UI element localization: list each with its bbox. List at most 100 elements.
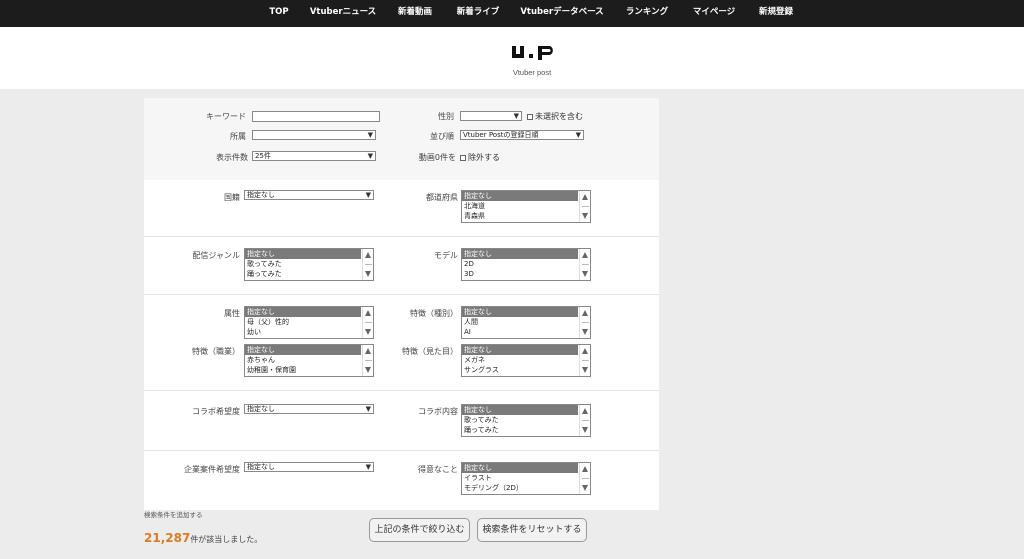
listbox-scrollbar[interactable] — [362, 249, 373, 280]
list-item[interactable]: 指定なし — [462, 307, 578, 317]
scroll-up-icon[interactable] — [365, 310, 371, 316]
checkbox-box[interactable] — [527, 114, 533, 120]
checkbox-box[interactable] — [460, 155, 466, 161]
list-item[interactable]: 指定なし — [462, 463, 578, 473]
model-listbox[interactable]: 指定なし 2D 3D — [461, 248, 591, 281]
nav-new-live[interactable]: 新着ライブ — [450, 0, 506, 27]
scroll-up-icon[interactable] — [582, 408, 588, 414]
list-item[interactable]: 指定なし — [462, 345, 578, 355]
list-item[interactable]: 踊ってみた — [462, 425, 578, 435]
list-item[interactable]: モデリング（2D） — [462, 483, 578, 493]
collab-wish-select[interactable]: 指定なし ▼ — [244, 404, 374, 414]
list-item[interactable]: 青森県 — [462, 211, 578, 221]
scroll-up-icon[interactable] — [582, 194, 588, 200]
list-item[interactable]: イラスト — [462, 473, 578, 483]
chevron-down-icon: ▼ — [365, 191, 371, 199]
corporate-wish-select[interactable]: 指定なし ▼ — [244, 462, 374, 472]
list-item[interactable]: 幼い — [245, 327, 361, 337]
attribute-listbox[interactable]: 指定なし 母（父）性的 幼い — [244, 306, 374, 339]
country-select[interactable]: 指定なし ▼ — [244, 190, 374, 200]
listbox-scrollbar[interactable] — [579, 345, 590, 376]
list-item[interactable]: メガネ — [462, 355, 578, 365]
gender-select[interactable]: ▼ — [460, 111, 522, 121]
feature-look-listbox[interactable]: 指定なし メガネ サングラス — [461, 344, 591, 377]
list-item[interactable]: 指定なし — [462, 191, 578, 201]
scroll-up-icon[interactable] — [365, 252, 371, 258]
divider — [144, 450, 659, 451]
collab-content-label: コラボ内容 — [418, 407, 458, 416]
list-item[interactable]: 指定なし — [462, 249, 578, 259]
scroll-down-icon[interactable] — [582, 485, 588, 491]
scroll-up-icon[interactable] — [582, 310, 588, 316]
gender-label: 性別 — [438, 112, 454, 121]
list-item[interactable]: 2D — [462, 259, 578, 269]
exclude-zero-videos-checkbox[interactable]: 除外する — [460, 152, 500, 163]
feature-job-listbox[interactable]: 指定なし 赤ちゃん 幼稚園・保育園 — [244, 344, 374, 377]
list-item[interactable]: AI — [462, 327, 578, 337]
scroll-down-icon[interactable] — [582, 367, 588, 373]
nav-ranking[interactable]: ランキング — [620, 0, 674, 27]
nav-vtuber-database[interactable]: Vtuberデータベース — [518, 0, 606, 27]
list-item[interactable]: 踊ってみた — [245, 269, 361, 279]
reset-button[interactable]: 検索条件をリセットする — [477, 518, 587, 542]
scroll-down-icon[interactable] — [365, 367, 371, 373]
result-count: 21,287件が該当しました。 — [144, 531, 262, 545]
chevron-down-icon: ▼ — [367, 131, 373, 139]
listbox-scrollbar[interactable] — [579, 405, 590, 436]
list-item[interactable]: 指定なし — [245, 307, 361, 317]
listbox-scrollbar[interactable] — [579, 191, 590, 222]
sort-label: 並び順 — [430, 132, 454, 141]
scroll-down-icon[interactable] — [365, 329, 371, 335]
videos-zero-label: 動画0件を — [418, 153, 456, 162]
country-label: 国籍 — [224, 193, 240, 202]
scroll-down-icon[interactable] — [365, 271, 371, 277]
scroll-down-icon[interactable] — [582, 427, 588, 433]
add-condition-link[interactable]: 検索条件を追加する — [144, 509, 203, 519]
scroll-up-icon[interactable] — [582, 466, 588, 472]
prefecture-listbox[interactable]: 指定なし 北海道 青森県 — [461, 190, 591, 223]
nav-top[interactable]: TOP — [262, 0, 296, 27]
collab-content-listbox[interactable]: 指定なし 歌ってみた 踊ってみた — [461, 404, 591, 437]
list-item[interactable]: 指定なし — [462, 405, 578, 415]
sort-select[interactable]: Vtuber Postの登録日順 ▼ — [460, 130, 584, 140]
list-item[interactable]: 人間 — [462, 317, 578, 327]
list-item[interactable]: 指定なし — [245, 249, 361, 259]
list-item[interactable]: 北海道 — [462, 201, 578, 211]
nav-mypage[interactable]: マイページ — [688, 0, 740, 27]
scroll-up-icon[interactable] — [365, 348, 371, 354]
site-header: Vtuber post — [0, 27, 1024, 89]
scroll-up-icon[interactable] — [582, 348, 588, 354]
scroll-down-icon[interactable] — [582, 271, 588, 277]
specialty-listbox[interactable]: 指定なし イラスト モデリング（2D） — [461, 462, 591, 495]
list-item[interactable]: 歌ってみた — [245, 259, 361, 269]
keyword-input[interactable] — [252, 111, 380, 122]
listbox-scrollbar[interactable] — [579, 307, 590, 338]
filter-button[interactable]: 上記の条件で絞り込む — [369, 518, 470, 542]
nav-new-videos[interactable]: 新着動画 — [392, 0, 438, 27]
nav-vtuber-news[interactable]: Vtuberニュース — [302, 0, 384, 27]
listbox-scrollbar[interactable] — [362, 345, 373, 376]
list-item[interactable]: 母（父）性的 — [245, 317, 361, 327]
per-page-select[interactable]: 25件 ▼ — [252, 151, 376, 161]
list-item[interactable]: 幼稚園・保育園 — [245, 365, 361, 375]
model-label: モデル — [434, 251, 458, 260]
nav-register[interactable]: 新規登録 — [754, 0, 798, 27]
list-item[interactable]: 赤ちゃん — [245, 355, 361, 365]
list-item[interactable]: 3D — [462, 269, 578, 279]
list-item[interactable]: 歌ってみた — [462, 415, 578, 425]
scroll-down-icon[interactable] — [582, 213, 588, 219]
include-unselected-checkbox[interactable]: 未選択を含む — [527, 111, 583, 122]
listbox-scrollbar[interactable] — [362, 307, 373, 338]
divider — [144, 294, 659, 295]
vtuber-post-logo-icon[interactable] — [505, 44, 561, 86]
list-item[interactable]: 指定なし — [245, 345, 361, 355]
chevron-down-icon: ▼ — [367, 152, 373, 160]
listbox-scrollbar[interactable] — [579, 463, 590, 494]
scroll-down-icon[interactable] — [582, 329, 588, 335]
list-item[interactable]: サングラス — [462, 365, 578, 375]
scroll-up-icon[interactable] — [582, 252, 588, 258]
listbox-scrollbar[interactable] — [579, 249, 590, 280]
genre-listbox[interactable]: 指定なし 歌ってみた 踊ってみた — [244, 248, 374, 281]
affiliation-select[interactable]: ▼ — [252, 130, 376, 140]
feature-species-listbox[interactable]: 指定なし 人間 AI — [461, 306, 591, 339]
